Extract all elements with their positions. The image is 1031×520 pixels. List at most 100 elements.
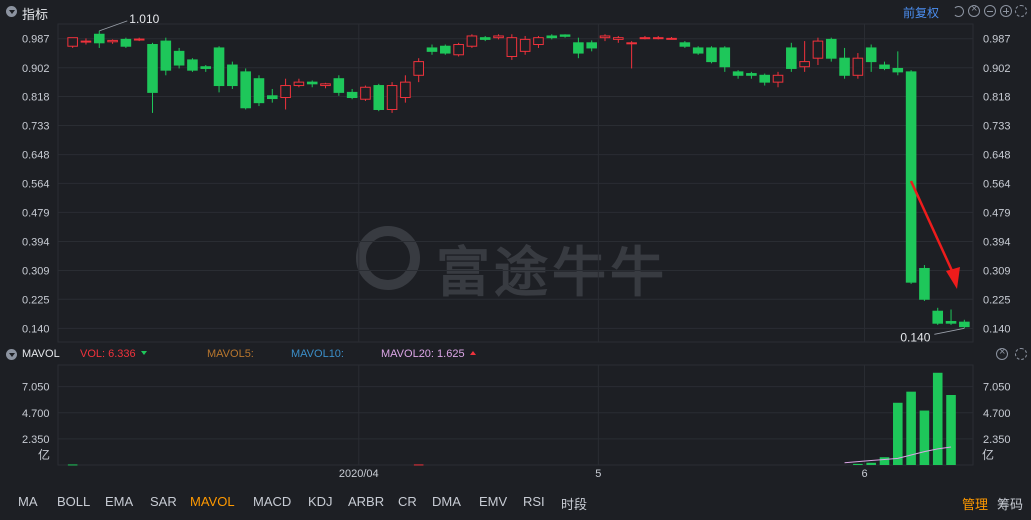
y-tick-label-left: 0.479 (22, 207, 50, 219)
volume-bar (893, 402, 903, 465)
y-tick-label-right: 0.309 (983, 266, 1011, 278)
candle-body (333, 78, 345, 93)
y-tick-label-left: 0.394 (22, 236, 50, 248)
candle-body (865, 47, 877, 63)
mavol5-label: MAVOL5: (207, 348, 254, 360)
low-annotation: 0.140 (900, 330, 930, 344)
candle-body (892, 67, 904, 73)
y-tick-label-left: 0.987 (22, 34, 50, 46)
volume-bar (919, 410, 930, 465)
candle-body (613, 37, 624, 40)
candle-body (905, 71, 917, 283)
tab-ema[interactable]: EMA (105, 494, 133, 509)
volume-bar (946, 395, 956, 465)
settings-gear-icon[interactable] (1015, 348, 1027, 360)
tab-macd[interactable]: MACD (253, 494, 291, 509)
tab-kdj[interactable]: KDJ (308, 494, 333, 509)
y-tick-label-left: 0.309 (22, 266, 50, 278)
candle-body (386, 85, 398, 110)
y-tick-label-left: 0.648 (22, 150, 50, 162)
y-tick-label-left: 0.733 (22, 121, 50, 133)
candle-body (652, 37, 664, 40)
candle-body (626, 42, 637, 45)
candle-body (546, 35, 558, 39)
candle-body (413, 61, 424, 76)
volume-bar (853, 463, 863, 465)
candle-body (187, 59, 198, 71)
volume-header: MAVOL VOL: 6.336 MAVOL5: MAVOL10: MAVOL2… (0, 345, 1031, 365)
candle-body (266, 95, 278, 100)
candle-body (373, 85, 385, 110)
y-tick-label-right: 0.987 (983, 34, 1011, 46)
collapse-triangle-icon[interactable] (6, 349, 17, 360)
volume-bar (879, 457, 890, 465)
y-tick-label-right: 0.479 (983, 207, 1011, 219)
candle-body (440, 45, 451, 54)
candle-body (692, 47, 704, 54)
tab-cr[interactable]: CR (398, 494, 417, 509)
y-tick-label-left: 0.140 (22, 323, 50, 335)
candle-body (839, 57, 850, 76)
y-tick-label-left: 0.902 (22, 63, 50, 75)
candle-body (639, 37, 651, 40)
candle-body (293, 81, 305, 87)
tab-rsi[interactable]: RSI (523, 494, 545, 509)
candle-body (852, 57, 864, 76)
candle-body (400, 81, 411, 99)
candle-body (919, 267, 930, 300)
tab-sar[interactable]: SAR (150, 494, 177, 509)
candle-body (533, 37, 544, 46)
y-tick-label-right: 0.902 (983, 63, 1011, 75)
candle-body (573, 42, 584, 54)
candle-body (200, 66, 212, 69)
y-tick-label-right: 0.225 (983, 294, 1011, 306)
candle-body (759, 74, 771, 83)
manage-button[interactable]: 管理 (962, 494, 988, 513)
arrow-shaft (909, 180, 955, 274)
candle-body (666, 37, 677, 40)
low-leader-line (934, 327, 965, 335)
candle-body (253, 78, 265, 104)
candle-body (360, 86, 371, 100)
tab-period[interactable]: 时段 (561, 494, 587, 513)
vol-tick-label-left: 4.700 (22, 408, 50, 420)
candle-body (732, 71, 744, 76)
indicator-tab-bar: MA BOLL EMA SAR MAVOL MACD KDJ ARBR CR D… (0, 488, 1031, 516)
tab-dma[interactable]: DMA (432, 494, 461, 509)
candle-body (107, 39, 118, 43)
candle-body (799, 61, 810, 68)
close-icon[interactable] (996, 346, 1008, 360)
candle-body (67, 37, 78, 47)
chips-button[interactable]: 筹码 (997, 494, 1023, 513)
tab-emv[interactable]: EMV (479, 494, 507, 509)
vol-value: VOL: 6.336 (80, 348, 136, 360)
candle-body (160, 40, 172, 71)
volume-indicator-name: MAVOL (22, 348, 60, 360)
tab-ma[interactable]: MA (18, 494, 38, 509)
mavol20-label: MAVOL20: 1.625 (381, 348, 465, 360)
y-tick-label-right: 0.564 (983, 178, 1011, 190)
candle-body (280, 85, 291, 99)
y-tick-label-left: 0.564 (22, 178, 50, 190)
candle-body (320, 83, 331, 87)
y-tick-label-right: 0.648 (983, 150, 1011, 162)
tab-mavol[interactable]: MAVOL (190, 494, 235, 509)
vol-unit-right: 亿 (982, 447, 994, 462)
volume-panel-frame (57, 364, 974, 466)
x-tick-label: 6 (861, 468, 867, 480)
vol-tick-label-right: 4.700 (983, 408, 1011, 420)
volume-bar (932, 372, 943, 465)
vol-unit-left: 亿 (38, 447, 50, 462)
vol-tick-label-right: 2.350 (983, 434, 1011, 446)
candle-body (706, 47, 717, 63)
vol-tick-label-right: 7.050 (983, 382, 1011, 394)
stock-chart[interactable]: 2020/04 5 6 0.987 0.987 0.902 0.902 0.818 0.818 0… (0, 0, 1031, 488)
tab-boll[interactable]: BOLL (57, 494, 90, 509)
candle-body (80, 40, 92, 43)
candle-body (812, 40, 824, 59)
candle-body (825, 38, 837, 59)
y-tick-label-right: 0.394 (983, 236, 1011, 248)
tab-arbr[interactable]: ARBR (348, 494, 384, 509)
volume-bar (413, 464, 424, 466)
candle-body (719, 47, 731, 68)
